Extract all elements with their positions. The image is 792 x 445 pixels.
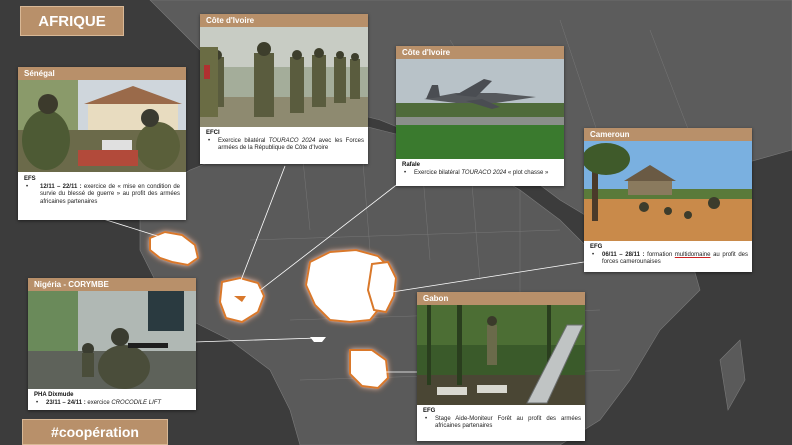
page-title: AFRIQUE (20, 6, 124, 36)
bullet: • (208, 138, 211, 144)
card-cameroun: Cameroun EFG • 06/11 – 28/11 : formation… (584, 128, 752, 272)
photo-urban-combat (28, 291, 196, 389)
card-text: Exercice bilatéral TOURACO 2024 avec les… (218, 138, 365, 152)
bullet: • (26, 184, 29, 190)
card-unit: PHA Dixmude (34, 392, 74, 398)
card-unit: EFG (423, 408, 436, 414)
bullet: • (592, 252, 595, 258)
photo-jungle-course (417, 305, 585, 405)
card-nigeria: Nigéria - CORYMBE PHA Dixmude • 23/11 – … (28, 278, 196, 410)
card-text: 06/11 – 28/11 : formation multidomaine a… (602, 252, 749, 266)
card-senegal: Sénégal EFS • 12/11 – 22/11 : exercice d… (18, 67, 186, 220)
photo-savanna-training (584, 141, 752, 241)
card-unit: EFS (24, 176, 36, 182)
card-header: Côte d'Ivoire (396, 46, 564, 59)
photo-rafale-jet (396, 59, 564, 159)
card-header: Sénégal (18, 67, 186, 80)
card-header: Gabon (417, 292, 585, 305)
card-cote-divoire-efci: Côte d'Ivoire EFCI • Exercice bilatéral … (200, 14, 368, 164)
bullet: • (404, 170, 407, 176)
card-unit: Rafale (402, 162, 421, 168)
card-gabon: Gabon EFG • Stage Aide-Moniteur Forêt au… (417, 292, 585, 441)
card-cote-divoire-rafale: Côte d'Ivoire Rafale • Exercice bilatéra… (396, 46, 564, 186)
card-header: Nigéria - CORYMBE (28, 278, 196, 291)
card-unit: EFCI (206, 130, 220, 136)
photo-soldiers-marching (200, 27, 368, 127)
card-text: Stage Aide-Moniteur Forêt au profit des … (435, 416, 581, 430)
bullet: • (36, 400, 39, 406)
card-text: Exercice bilatéral TOURACO 2024 « plot c… (414, 170, 549, 176)
card-unit: EFG (590, 244, 603, 250)
hashtag-label: #coopération (22, 419, 168, 445)
card-text: 12/11 – 22/11 : exercice de « mise en co… (40, 184, 181, 205)
card-header: Cameroun (584, 128, 752, 141)
card-header: Côte d'Ivoire (200, 14, 368, 27)
bullet: • (425, 416, 428, 422)
card-text: 23/11 – 24/11 : exercice CROCODILE LIFT (46, 400, 162, 406)
photo-medical-training (18, 80, 186, 172)
